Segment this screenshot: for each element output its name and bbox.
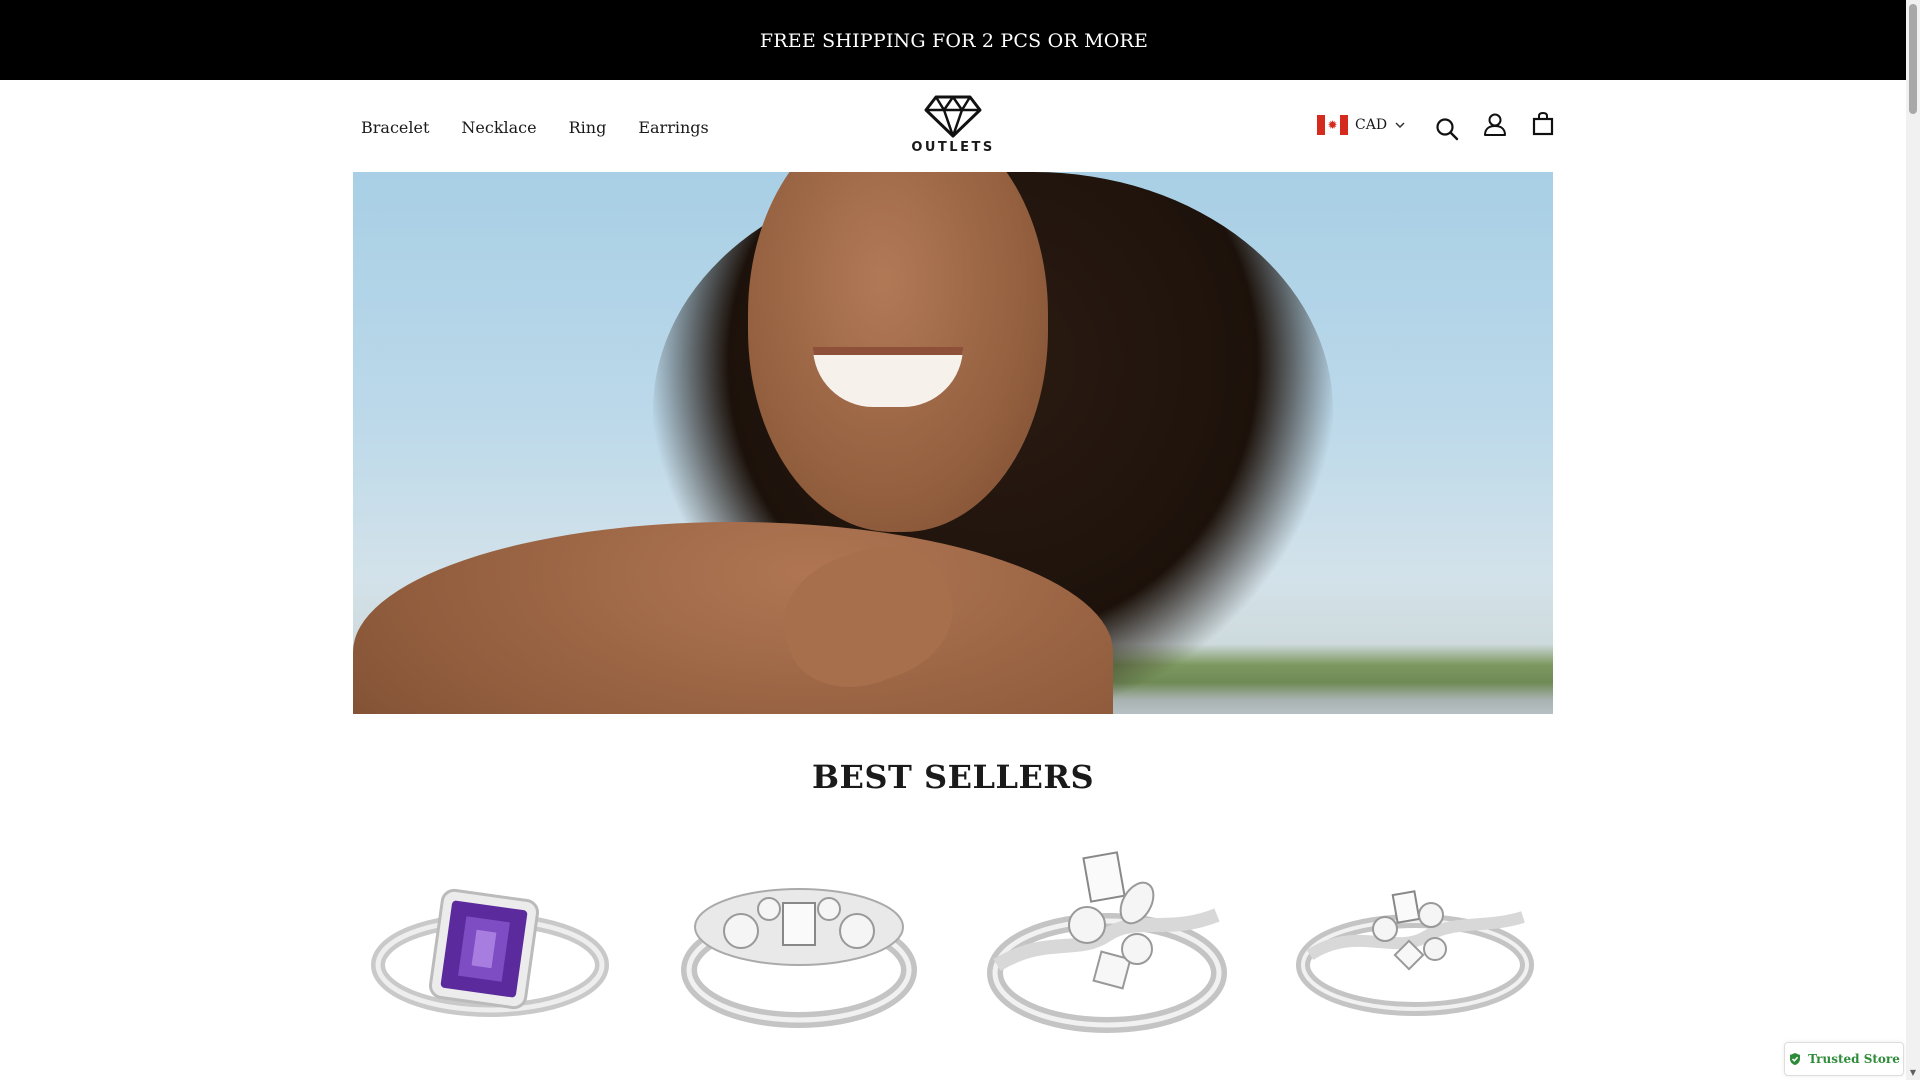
nav-item-earrings[interactable]: Earrings xyxy=(638,118,708,137)
currency-selector[interactable]: ✹ CAD xyxy=(1317,115,1406,135)
search-icon xyxy=(1436,118,1459,141)
search-button[interactable] xyxy=(1434,116,1460,142)
nav-item-bracelet[interactable]: Bracelet xyxy=(361,118,429,137)
diamond-cluster-ring-image xyxy=(681,888,917,1028)
shield-check-icon xyxy=(1790,1053,1801,1065)
product-card-diamond-bypass-ring-2[interactable] xyxy=(1290,845,1540,1045)
announcement-text: FREE SHIPPING FOR 2 PCS OR MORE xyxy=(759,30,1149,52)
account-button[interactable] xyxy=(1482,112,1508,138)
product-card-diamond-cluster-ring[interactable] xyxy=(674,845,924,1045)
cart-button[interactable] xyxy=(1530,111,1556,137)
logo-text: OUTLETS xyxy=(911,140,995,155)
trusted-store-text: Trusted Store xyxy=(1808,1052,1900,1066)
currency-code: CAD xyxy=(1355,117,1388,133)
main-nav: Bracelet Necklace Ring Earrings xyxy=(361,118,741,137)
announcement-bar: FREE SHIPPING FOR 2 PCS OR MORE xyxy=(0,0,1906,80)
nav-item-necklace[interactable]: Necklace xyxy=(461,118,536,137)
scrollbar-thumb[interactable] xyxy=(1909,4,1917,114)
best-sellers-title: BEST SELLERS xyxy=(811,758,1095,796)
diamond-bypass-ring-2-image xyxy=(1296,890,1534,1016)
diamond-logo-icon xyxy=(924,95,982,138)
amethyst-ring-image xyxy=(371,888,609,1017)
chevron-down-icon xyxy=(1395,122,1405,129)
hero-banner-image[interactable] xyxy=(353,172,1553,714)
product-card-diamond-bypass-ring[interactable] xyxy=(982,845,1232,1045)
site-header: Bracelet Necklace Ring Earrings OUTLETS … xyxy=(0,80,1906,172)
diamond-bypass-ring-image xyxy=(987,851,1227,1033)
trusted-store-badge[interactable]: Trusted Store xyxy=(1784,1042,1904,1076)
nav-item-ring[interactable]: Ring xyxy=(569,118,607,137)
account-icon xyxy=(1484,113,1506,136)
cart-icon xyxy=(1532,111,1554,136)
page-scrollbar[interactable]: ▼ xyxy=(1906,0,1920,1080)
canada-flag-icon: ✹ xyxy=(1317,115,1348,135)
product-card-amethyst-ring[interactable] xyxy=(365,845,615,1045)
scroll-down-arrow-icon[interactable]: ▼ xyxy=(1908,1068,1918,1078)
site-logo[interactable]: OUTLETS xyxy=(911,94,995,158)
